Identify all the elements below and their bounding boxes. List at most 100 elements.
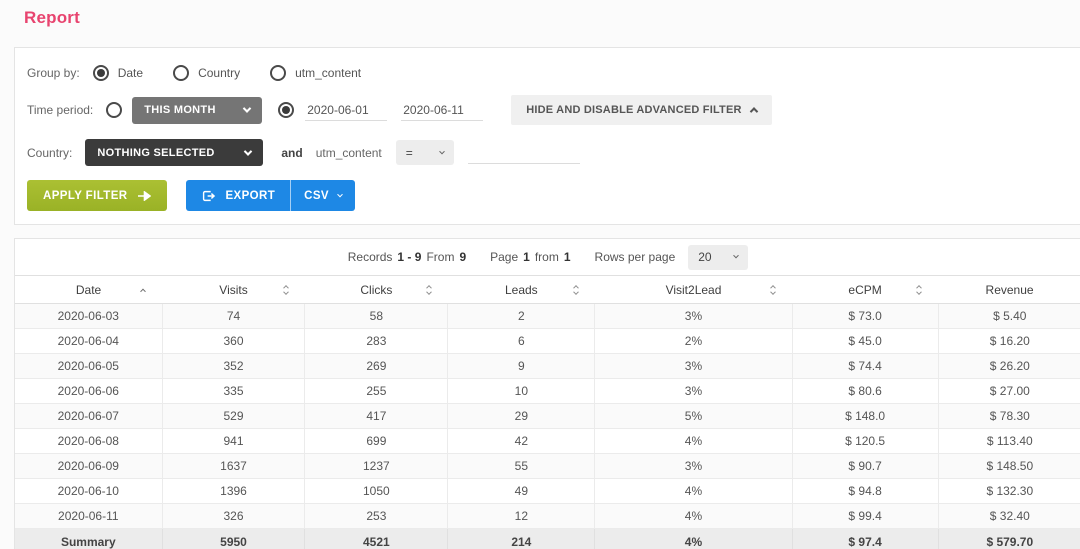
apply-filter-button[interactable]: APPLY FILTER bbox=[27, 180, 168, 211]
column-header-ecpm[interactable]: eCPM bbox=[792, 275, 939, 304]
table-cell: $ 74.4 bbox=[791, 353, 939, 379]
table-row: 2020-06-05 352 269 9 3% $ 74.4 $ 26.20 bbox=[15, 353, 1080, 379]
table-cell: 2020-06-08 bbox=[15, 428, 163, 454]
summary-cell: 4521 bbox=[304, 528, 448, 549]
table-cell: $ 16.20 bbox=[937, 328, 1080, 354]
export-button[interactable]: EXPORT bbox=[186, 180, 292, 211]
table-cell: 2 bbox=[447, 303, 596, 329]
table-cell: $ 26.20 bbox=[937, 353, 1080, 379]
report-table-panel: Records 1 - 9 From 9 Page 1 from 1 Rows … bbox=[14, 238, 1080, 549]
radio-icon bbox=[173, 65, 190, 81]
country-select-value: NOTHING SELECTED bbox=[97, 146, 215, 159]
sort-icon bbox=[916, 284, 922, 295]
page-info: Page 1 from 1 bbox=[490, 250, 570, 264]
records-label: Records bbox=[347, 250, 393, 264]
page-current: 1 bbox=[523, 250, 530, 264]
records-from-label: From bbox=[426, 250, 455, 264]
advanced-filter-toggle-button[interactable]: HIDE AND DISABLE ADVANCED FILTER bbox=[511, 95, 772, 125]
column-header-date[interactable]: Date bbox=[15, 275, 163, 304]
table-cell: 3% bbox=[594, 453, 793, 479]
records-range: 1 - 9 bbox=[397, 250, 422, 264]
advanced-filter-row: Country: NOTHING SELECTED and utm_conten… bbox=[27, 139, 1067, 166]
column-header-leads[interactable]: Leads bbox=[447, 275, 595, 304]
table-cell: 1396 bbox=[161, 478, 306, 504]
table-cell: 1050 bbox=[304, 478, 449, 504]
chevron-down-icon bbox=[244, 146, 253, 156]
utm-content-input[interactable] bbox=[467, 141, 580, 164]
chevron-down-icon bbox=[337, 191, 343, 197]
group-by-option-country[interactable]: Country bbox=[173, 65, 240, 81]
country-select[interactable]: NOTHING SELECTED bbox=[85, 139, 264, 166]
table-cell: $ 120.5 bbox=[791, 428, 939, 454]
records-total: 9 bbox=[459, 250, 467, 264]
chevron-down-icon bbox=[243, 104, 252, 113]
group-by-option-date[interactable]: Date bbox=[92, 65, 143, 81]
chevron-up-icon bbox=[749, 107, 758, 116]
table-cell: 2020-06-10 bbox=[15, 478, 163, 504]
chevron-down-icon bbox=[438, 148, 445, 154]
table-cell: 3% bbox=[594, 303, 793, 329]
table-cell: 417 bbox=[304, 403, 449, 429]
arrow-right-icon bbox=[138, 190, 152, 201]
operator-select[interactable]: = bbox=[395, 140, 454, 165]
table-cell: 269 bbox=[304, 353, 449, 379]
table-cell: 1637 bbox=[161, 453, 306, 479]
column-header-label: Date bbox=[75, 282, 102, 297]
column-header-label: eCPM bbox=[848, 282, 882, 297]
table-cell: 55 bbox=[447, 453, 596, 479]
table-row: 2020-06-10 1396 1050 49 4% $ 94.8 $ 132.30 bbox=[15, 478, 1080, 504]
column-header-label: Visit2Lead bbox=[665, 282, 722, 297]
radio-option-label: Country bbox=[198, 66, 241, 80]
group-by-label: Group by: bbox=[27, 66, 80, 80]
table-row: 2020-06-08 941 699 42 4% $ 120.5 $ 113.40 bbox=[15, 428, 1080, 454]
table-cell: 4% bbox=[594, 428, 793, 454]
table-cell: 3% bbox=[594, 378, 793, 404]
export-icon bbox=[203, 190, 216, 201]
table-cell: 941 bbox=[161, 428, 306, 454]
custom-period-radio[interactable] bbox=[278, 102, 295, 118]
advanced-filter-toggle-label: HIDE AND DISABLE ADVANCED FILTER bbox=[526, 104, 742, 116]
time-period-row: Time period: THIS MONTH HIDE AND DISABLE… bbox=[27, 95, 1067, 125]
report-table: Date Visits Clicks Leads Visit2Lead eCPM Reven… bbox=[15, 275, 1080, 549]
table-cell: 326 bbox=[161, 503, 306, 529]
group-by-row: Group by: Date Country utm_content bbox=[27, 65, 1067, 81]
page-from-label: from bbox=[534, 250, 559, 264]
table-cell: 4% bbox=[594, 503, 793, 529]
preset-period-select[interactable]: THIS MONTH bbox=[132, 96, 263, 124]
table-cell: 42 bbox=[447, 428, 596, 454]
pagination-bar: Records 1 - 9 From 9 Page 1 from 1 Rows … bbox=[15, 239, 1080, 275]
column-header-revenue[interactable]: Revenue bbox=[938, 275, 1080, 304]
summary-cell: 5950 bbox=[161, 528, 305, 549]
table-cell: 2% bbox=[594, 328, 793, 354]
table-cell: 283 bbox=[304, 328, 449, 354]
table-cell: 49 bbox=[447, 478, 596, 504]
column-header-label: Clicks bbox=[360, 282, 393, 297]
country-label: Country: bbox=[27, 145, 73, 160]
table-cell: 2020-06-06 bbox=[15, 378, 163, 404]
table-cell: 2020-06-05 bbox=[15, 353, 163, 379]
group-by-options: Date Country utm_content bbox=[92, 65, 391, 81]
column-header-clicks[interactable]: Clicks bbox=[304, 275, 448, 304]
table-cell: $ 5.40 bbox=[937, 303, 1080, 329]
filter-panel: Group by: Date Country utm_content Time pe… bbox=[14, 47, 1080, 225]
sort-icon bbox=[770, 284, 776, 295]
date-to-input[interactable] bbox=[401, 99, 484, 121]
group-by-option-utm_content[interactable]: utm_content bbox=[270, 65, 361, 81]
date-from-input[interactable] bbox=[305, 99, 388, 121]
table-cell: 529 bbox=[161, 403, 306, 429]
column-header-visit2lead[interactable]: Visit2Lead bbox=[594, 275, 793, 304]
csv-format-button[interactable]: CSV bbox=[291, 180, 356, 211]
column-header-visits[interactable]: Visits bbox=[162, 275, 305, 304]
preset-period-radio[interactable] bbox=[106, 102, 123, 118]
actions-row: APPLY FILTER EXPORT CSV bbox=[27, 180, 1067, 211]
rows-per-page-value: 20 bbox=[698, 250, 712, 264]
table-cell: 699 bbox=[304, 428, 449, 454]
table-cell: $ 90.7 bbox=[791, 453, 939, 479]
table-row: 2020-06-06 335 255 10 3% $ 80.6 $ 27.00 bbox=[15, 378, 1080, 404]
table-cell: 10 bbox=[447, 378, 596, 404]
rows-per-page-select[interactable]: 20 bbox=[688, 244, 749, 270]
operator-value: = bbox=[405, 145, 413, 160]
table-cell: $ 32.40 bbox=[937, 503, 1080, 529]
table-cell: $ 148.50 bbox=[937, 453, 1080, 479]
table-row: 2020-06-07 529 417 29 5% $ 148.0 $ 78.30 bbox=[15, 403, 1080, 429]
